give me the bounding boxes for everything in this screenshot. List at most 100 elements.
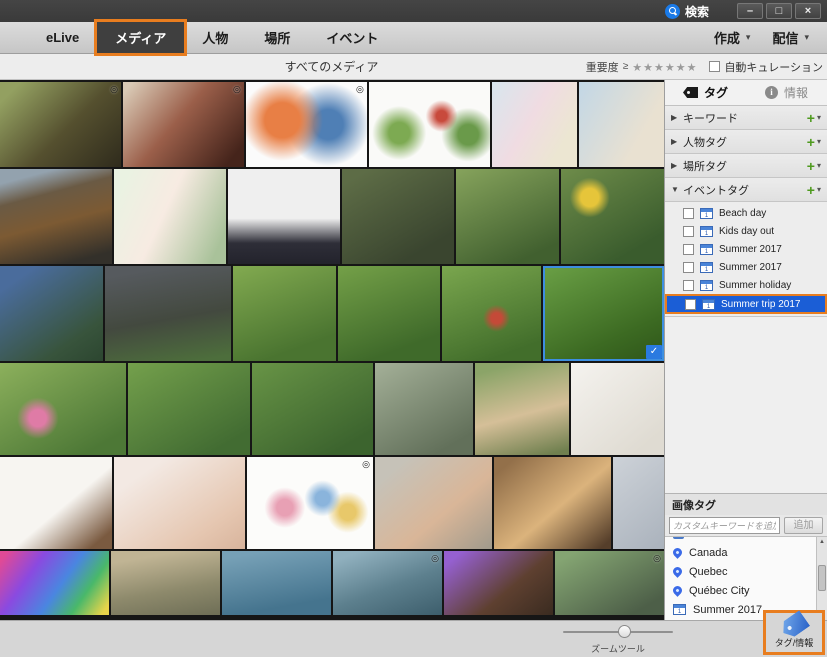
tag-info-button[interactable]: タグ/情報 bbox=[763, 610, 825, 655]
add-tag-chevron-icon[interactable]: ▾ bbox=[817, 161, 821, 170]
thumb-rainbow-abstract[interactable] bbox=[0, 551, 109, 615]
scrollbar-track[interactable] bbox=[817, 547, 827, 610]
section-event-tags[interactable]: ▼イベントタグ+▾ bbox=[665, 178, 827, 202]
thumb-shirtless-man[interactable] bbox=[375, 457, 492, 549]
tab-events[interactable]: イベント bbox=[308, 22, 396, 53]
tab-elive[interactable]: eLive bbox=[28, 22, 97, 53]
thumb-watercolor-splash[interactable]: ◎ bbox=[246, 82, 367, 167]
create-dropdown[interactable]: 作成 ▾ bbox=[714, 28, 751, 47]
image-tag-label: Adam bbox=[691, 536, 720, 540]
image-tag-item[interactable]: Canada bbox=[665, 543, 816, 562]
all-media-button[interactable]: すべてのメディア bbox=[0, 58, 663, 75]
zoom-slider-knob[interactable] bbox=[618, 625, 631, 638]
thumb-family-illustration[interactable]: ◎ bbox=[247, 457, 373, 549]
event-tag-item[interactable]: 1Summer trip 2017 bbox=[665, 294, 827, 314]
search-button[interactable]: 検索 bbox=[665, 3, 709, 20]
tab-people[interactable]: 人物 bbox=[184, 22, 246, 53]
event-tag-checkbox[interactable] bbox=[683, 226, 694, 237]
thumb-family-selfie[interactable] bbox=[0, 363, 126, 455]
thumb-family-group-grass[interactable] bbox=[338, 266, 441, 361]
rating-star-5[interactable]: ★ bbox=[676, 62, 687, 74]
event-tag-checkbox[interactable] bbox=[685, 299, 696, 310]
close-button[interactable]: × bbox=[795, 3, 821, 19]
sidebar-tab-tags[interactable]: タグ bbox=[665, 80, 746, 105]
event-tag-checkbox[interactable] bbox=[683, 244, 694, 255]
event-tag-item[interactable]: 1Summer 2017 bbox=[665, 240, 827, 258]
maximize-button[interactable]: □ bbox=[766, 3, 792, 19]
section-keyword-tags[interactable]: ▶キーワード+▾ bbox=[665, 106, 827, 130]
minimize-button[interactable]: – bbox=[737, 3, 763, 19]
thumb-family-playing-grass[interactable] bbox=[233, 266, 336, 361]
thumb-gray-portrait-sliver[interactable] bbox=[613, 457, 664, 549]
scroll-up-icon[interactable]: ▲ bbox=[819, 537, 825, 547]
auto-curation-toggle[interactable]: 自動キュレーション bbox=[709, 59, 823, 75]
event-tag-checkbox[interactable] bbox=[683, 280, 694, 291]
thumb-pastel-watercolor-2[interactable] bbox=[579, 82, 664, 167]
section-place-tags[interactable]: ▶場所タグ+▾ bbox=[665, 154, 827, 178]
rating-star-4[interactable]: ★ bbox=[665, 62, 676, 74]
event-tag-item[interactable]: 1Beach day bbox=[665, 204, 827, 222]
add-tag-chevron-icon[interactable]: ▾ bbox=[817, 185, 821, 194]
tab-places[interactable]: 場所 bbox=[246, 22, 308, 53]
thumb-man-tan-shirt[interactable] bbox=[475, 363, 568, 455]
sidebar-tab-info[interactable]: i情報 bbox=[746, 80, 827, 105]
share-dropdown[interactable]: 配信 ▾ bbox=[772, 28, 809, 47]
thumb-hands-photographing[interactable] bbox=[375, 363, 473, 455]
image-tag-item[interactable]: Adam bbox=[665, 536, 816, 543]
zoom-slider[interactable] bbox=[563, 625, 673, 639]
thumb-outdoor-group[interactable]: ◎ bbox=[555, 551, 664, 615]
event-tag-item[interactable]: 1Summer 2017 bbox=[665, 258, 827, 276]
event-tag-checkbox[interactable] bbox=[683, 208, 694, 219]
rating-star-6[interactable]: ★ bbox=[687, 62, 698, 74]
rating-star-1[interactable]: ★ bbox=[632, 62, 643, 74]
tab-media[interactable]: メディア bbox=[97, 22, 184, 53]
thumb-woman-beauty-face[interactable] bbox=[114, 457, 245, 549]
add-keyword-button[interactable]: 追加 bbox=[784, 517, 823, 534]
thumb-woman-at-shelf[interactable]: ◎ bbox=[123, 82, 244, 167]
thumb-park-path-family[interactable] bbox=[456, 169, 559, 264]
thumb-man-in-suit[interactable] bbox=[228, 169, 340, 264]
scrollbar-thumb[interactable] bbox=[818, 565, 826, 591]
section-label: イベントタグ bbox=[683, 182, 807, 198]
add-tag-chevron-icon[interactable]: ▾ bbox=[817, 113, 821, 122]
section-people-tags[interactable]: ▶人物タグ+▾ bbox=[665, 130, 827, 154]
add-place-tag-button[interactable]: + bbox=[807, 159, 815, 173]
event-tag-checkbox[interactable] bbox=[683, 262, 694, 273]
thumb-mountain-biker[interactable] bbox=[0, 169, 112, 264]
add-keyword-tag-button[interactable]: + bbox=[807, 111, 815, 125]
thumb-family-piggyback[interactable] bbox=[342, 169, 454, 264]
rating-star-2[interactable]: ★ bbox=[643, 62, 654, 74]
thumb-faded-white-photo[interactable] bbox=[571, 363, 664, 455]
thumb-man-football-blue[interactable] bbox=[0, 266, 103, 361]
thumb-woman-photo-with-girl[interactable] bbox=[128, 363, 249, 455]
event-tag-item[interactable]: 1Kids day out bbox=[665, 222, 827, 240]
scrollbar[interactable]: ▲ ▼ bbox=[816, 537, 827, 620]
right-panel: タグi情報 ▶キーワード+▾▶人物タグ+▾▶場所タグ+▾▼イベントタグ+▾ 1Be… bbox=[664, 80, 827, 620]
event-tag-item[interactable]: 1Summer holiday bbox=[665, 276, 827, 294]
person-tag-icon bbox=[673, 536, 684, 539]
thumb-horse-purple[interactable] bbox=[444, 551, 553, 615]
add-people-tag-button[interactable]: + bbox=[807, 135, 815, 149]
thumb-girl-portrait[interactable]: ◎ bbox=[0, 82, 121, 167]
image-tag-item[interactable]: Quebec bbox=[665, 562, 816, 581]
thumb-flower-pots-illustration[interactable] bbox=[369, 82, 490, 167]
thumb-pastel-watercolor-1[interactable] bbox=[492, 82, 577, 167]
custom-keyword-input[interactable] bbox=[669, 517, 780, 534]
thumb-blonde-woman[interactable] bbox=[494, 457, 611, 549]
rating-operator[interactable]: ≥ bbox=[623, 61, 629, 72]
thumb-family-fun-grass[interactable] bbox=[442, 266, 540, 361]
rating-star-3[interactable]: ★ bbox=[654, 62, 665, 74]
thumb-abstract-soft[interactable] bbox=[114, 169, 226, 264]
thumb-family-yellow-sign[interactable] bbox=[561, 169, 664, 264]
thumb-beach-group[interactable]: ◎ bbox=[333, 551, 442, 615]
thumb-sand-dunes[interactable] bbox=[111, 551, 220, 615]
thumb-family-lying-grass[interactable]: ✓ bbox=[543, 266, 664, 361]
image-tag-item[interactable]: Québec City bbox=[665, 581, 816, 600]
thumb-family-phone-camera[interactable] bbox=[252, 363, 373, 455]
thumb-girl-thumbs-up[interactable] bbox=[0, 457, 112, 549]
auto-curation-checkbox[interactable] bbox=[709, 61, 720, 72]
add-event-tag-button[interactable]: + bbox=[807, 183, 815, 197]
thumb-ocean-waves[interactable] bbox=[222, 551, 331, 615]
thumb-man-football-dark[interactable] bbox=[105, 266, 231, 361]
add-tag-chevron-icon[interactable]: ▾ bbox=[817, 137, 821, 146]
